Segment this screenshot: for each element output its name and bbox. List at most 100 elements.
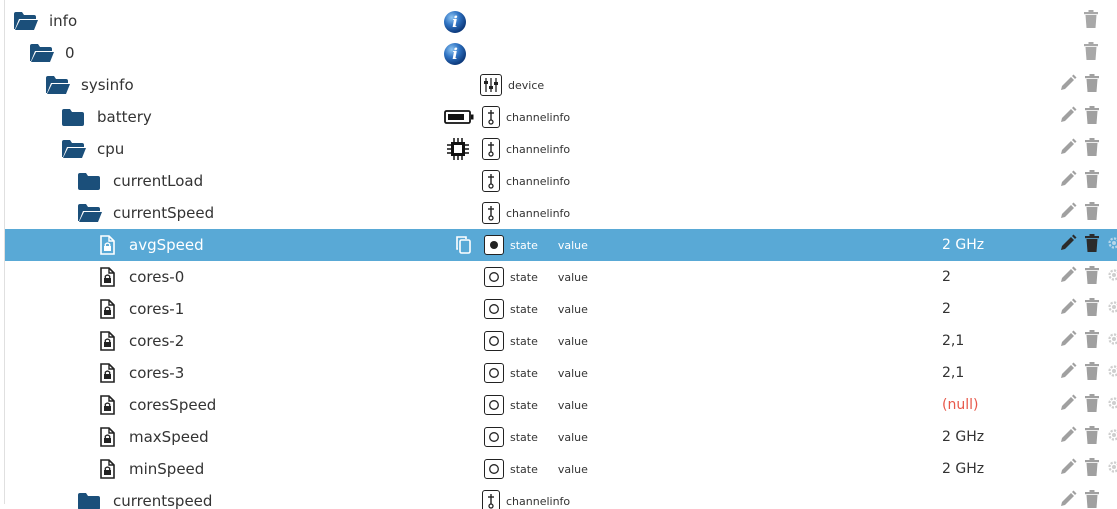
tree-row[interactable]: avgSpeedstatevalue2 GHz: [0, 229, 1117, 261]
tree-item-name: cores-3: [129, 357, 184, 389]
file-lock-icon: [99, 293, 115, 325]
edit-icon[interactable]: [1058, 425, 1078, 449]
edit-icon[interactable]: [1058, 201, 1078, 225]
tree-row[interactable]: currentspeedchannelinfo: [0, 485, 1117, 509]
type-column: statevalue: [484, 421, 588, 453]
type-label: channelinfo: [506, 175, 570, 188]
gear-icon[interactable]: [1106, 459, 1117, 479]
edit-icon[interactable]: [1058, 233, 1078, 257]
delete-icon[interactable]: [1084, 425, 1100, 449]
row-actions: [1058, 485, 1100, 509]
state-value: 2 GHz: [942, 453, 984, 485]
delete-icon[interactable]: [1084, 105, 1100, 129]
state-type-icon: [484, 427, 504, 447]
state-value: 2: [942, 293, 951, 325]
tree-row[interactable]: 0i: [0, 37, 1117, 69]
tree-row[interactable]: cores-2statevalue2,1: [0, 325, 1117, 357]
edit-icon[interactable]: [1058, 457, 1078, 481]
type-column: channelinfo: [482, 101, 570, 133]
type-label: state: [510, 399, 538, 412]
type-label: device: [508, 79, 544, 92]
tree-row[interactable]: coresSpeedstatevalue(null): [0, 389, 1117, 421]
type-column: statevalue: [484, 453, 588, 485]
state-type-icon: [484, 235, 504, 255]
channel-type-icon: [482, 138, 500, 160]
tree-row[interactable]: cpu channelinfo: [0, 133, 1117, 165]
type-label: state: [510, 463, 538, 476]
delete-icon[interactable]: [1084, 393, 1100, 417]
tree-row[interactable]: currentLoadchannelinfo: [0, 165, 1117, 197]
state-value: 2,1: [942, 357, 964, 389]
tree-row[interactable]: cores-0statevalue2: [0, 261, 1117, 293]
tree-row[interactable]: cores-1statevalue2: [0, 293, 1117, 325]
delete-icon[interactable]: [1084, 265, 1100, 289]
tree-row[interactable]: infoi: [0, 5, 1117, 37]
delete-icon[interactable]: [1083, 9, 1099, 33]
edit-icon[interactable]: [1058, 489, 1078, 509]
gear-icon[interactable]: [1106, 363, 1117, 383]
folder-icon[interactable]: [77, 165, 101, 197]
file-lock-icon: [99, 325, 115, 357]
tree-row[interactable]: cores-3 statevalue 2,1: [0, 357, 1117, 389]
role-label: value: [558, 335, 588, 348]
edit-icon[interactable]: [1058, 169, 1078, 193]
gear-icon[interactable]: [1106, 331, 1117, 351]
info-icon[interactable]: i: [443, 10, 467, 34]
delete-icon[interactable]: [1084, 361, 1100, 385]
state-type-icon: [484, 299, 504, 319]
type-column: channelinfo: [482, 165, 570, 197]
delete-icon[interactable]: [1084, 137, 1100, 161]
folder-open-icon[interactable]: [61, 133, 87, 165]
edit-icon[interactable]: [1058, 73, 1078, 97]
tree-row[interactable]: sysinfodevice: [0, 69, 1117, 101]
delete-icon[interactable]: [1083, 41, 1099, 65]
tree-row[interactable]: currentSpeedchannelinfo: [0, 197, 1117, 229]
edit-icon[interactable]: [1058, 329, 1078, 353]
folder-open-icon[interactable]: [77, 197, 103, 229]
delete-icon[interactable]: [1084, 297, 1100, 321]
gear-icon[interactable]: [1106, 235, 1117, 255]
edit-icon[interactable]: [1058, 265, 1078, 289]
tree-row[interactable]: maxSpeedstatevalue2 GHz: [0, 421, 1117, 453]
role-label: value: [558, 399, 588, 412]
tree-left-border: [4, 0, 5, 504]
row-actions: [1058, 133, 1100, 165]
edit-icon[interactable]: [1058, 393, 1078, 417]
tree-row[interactable]: battery channelinfo: [0, 101, 1117, 133]
delete-icon[interactable]: [1084, 329, 1100, 353]
edit-icon[interactable]: [1058, 105, 1078, 129]
tree-item-name: battery: [97, 101, 152, 133]
type-label: channelinfo: [506, 207, 570, 220]
folder-open-icon[interactable]: [29, 37, 55, 69]
type-column: channelinfo: [482, 133, 570, 165]
gear-icon[interactable]: [1106, 267, 1117, 287]
folder-icon[interactable]: [61, 101, 85, 133]
delete-icon[interactable]: [1084, 201, 1100, 225]
delete-icon[interactable]: [1084, 73, 1100, 97]
folder-icon[interactable]: [77, 485, 101, 509]
edit-icon[interactable]: [1058, 297, 1078, 321]
row-actions: [1058, 453, 1117, 485]
state-value: 2 GHz: [942, 229, 984, 261]
tree-item-name: cores-0: [129, 261, 184, 293]
type-label: state: [510, 271, 538, 284]
gear-icon[interactable]: [1106, 395, 1117, 415]
delete-icon[interactable]: [1084, 233, 1100, 257]
edit-icon[interactable]: [1058, 137, 1078, 161]
info-icon[interactable]: i: [443, 42, 467, 66]
delete-icon[interactable]: [1084, 489, 1100, 509]
delete-icon[interactable]: [1084, 169, 1100, 193]
row-actions: [1083, 37, 1099, 69]
type-label: channelinfo: [506, 495, 570, 508]
tree-row[interactable]: minSpeedstatevalue2 GHz: [0, 453, 1117, 485]
folder-open-icon[interactable]: [13, 5, 39, 37]
gear-icon[interactable]: [1106, 427, 1117, 447]
type-column: statevalue: [484, 357, 588, 389]
edit-icon[interactable]: [1058, 361, 1078, 385]
gear-icon[interactable]: [1106, 299, 1117, 319]
state-value: 2: [942, 261, 951, 293]
folder-open-icon[interactable]: [45, 69, 71, 101]
copy-icon[interactable]: [454, 229, 474, 261]
file-lock-icon: [99, 389, 115, 421]
delete-icon[interactable]: [1084, 457, 1100, 481]
